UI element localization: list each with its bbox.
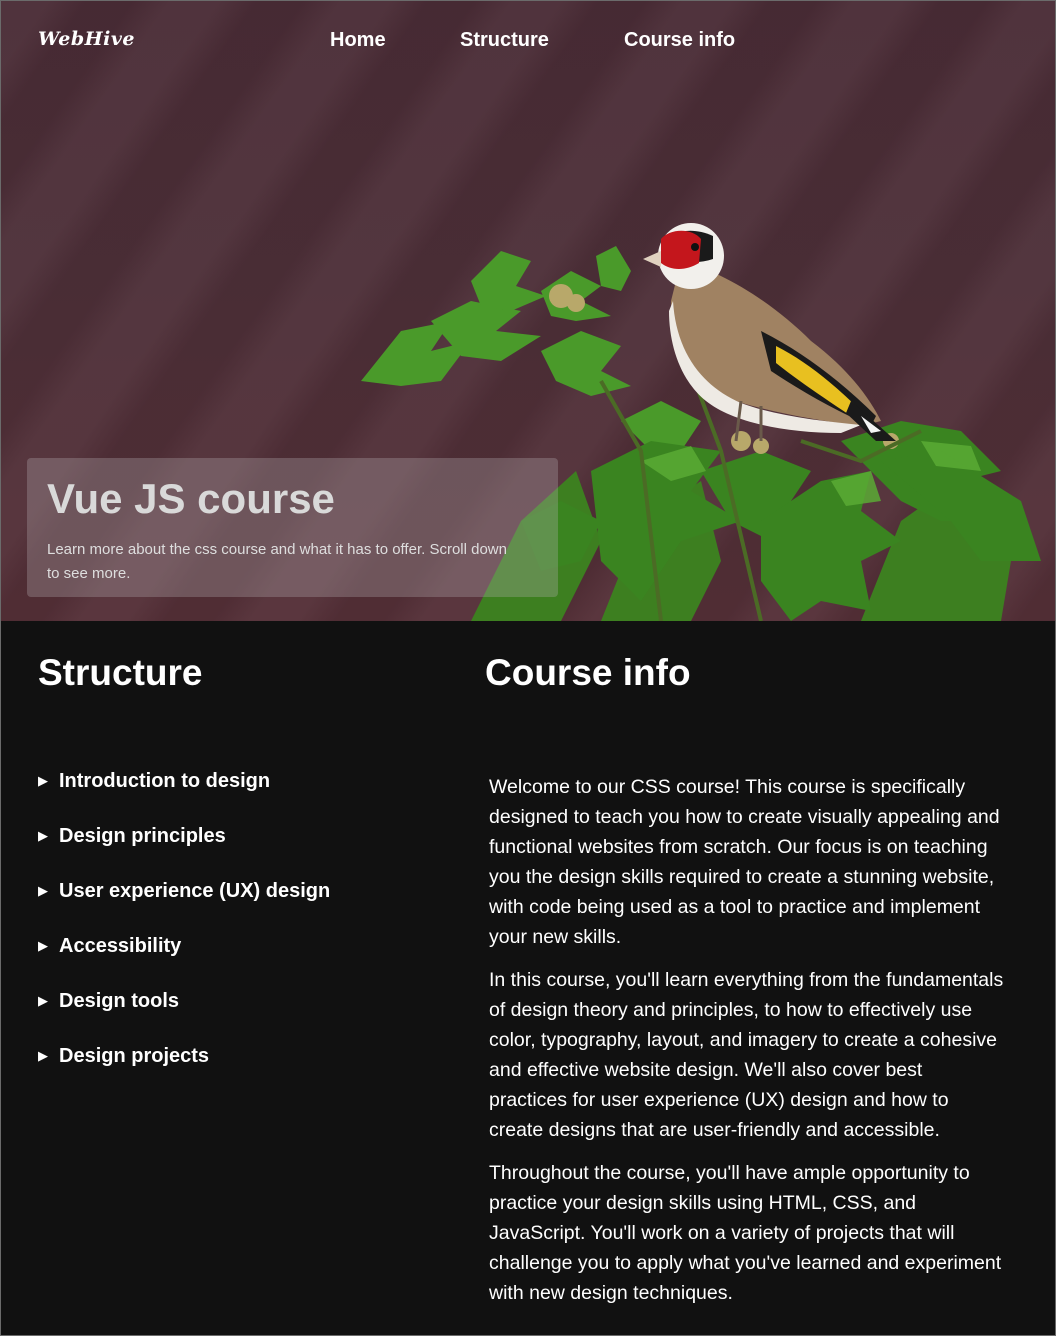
- course-paragraph: Throughout the course, you'll have ample…: [489, 1161, 1002, 1304]
- triangle-right-icon: ▶: [38, 1047, 48, 1063]
- course-paragraph: In this course, you'll learn everything …: [489, 968, 1004, 1141]
- course-paragraph: Welcome to our CSS course! This course i…: [489, 775, 1000, 948]
- structure-item-label: Design tools: [59, 989, 180, 1012]
- webhive-logo[interactable]: WebHive: [38, 28, 135, 50]
- structure-item-design-tools[interactable]: ▶ Design tools: [38, 987, 438, 1042]
- nav-structure-link[interactable]: Structure: [460, 29, 549, 52]
- hero-subtitle: Learn more about the css course and what…: [47, 541, 507, 582]
- hero-card: Vue JS course Learn more about the css c…: [27, 458, 558, 597]
- hero-title: Vue JS course: [47, 475, 335, 522]
- structure-item-introduction[interactable]: ▶ Introduction to design: [38, 767, 438, 822]
- structure-item-accessibility[interactable]: ▶ Accessibility: [38, 932, 438, 987]
- course-info-title: Course info: [485, 652, 691, 693]
- structure-section: Structure ▶ Introduction to design ▶ Des…: [38, 652, 438, 1097]
- structure-item-label: Accessibility: [59, 934, 182, 957]
- triangle-right-icon: ▶: [38, 772, 48, 788]
- page: WebHive Home Structure Course info Vue J…: [0, 0, 1056, 1336]
- structure-item-label: User experience (UX) design: [59, 879, 331, 902]
- triangle-right-icon: ▶: [38, 992, 48, 1008]
- structure-item-label: Design principles: [59, 824, 226, 847]
- structure-item-label: Introduction to design: [59, 769, 271, 792]
- structure-title: Structure: [38, 652, 203, 693]
- triangle-right-icon: ▶: [38, 882, 48, 898]
- hero-banner: WebHive Home Structure Course info Vue J…: [1, 1, 1055, 621]
- triangle-right-icon: ▶: [38, 937, 48, 953]
- structure-item-ux-design[interactable]: ▶ User experience (UX) design: [38, 877, 438, 932]
- course-info-section: Course info Welcome to our CSS course! T…: [485, 652, 1015, 1321]
- course-info-body: Welcome to our CSS course! This course i…: [485, 772, 1005, 1308]
- structure-list: ▶ Introduction to design ▶ Design princi…: [38, 767, 438, 1097]
- structure-item-label: Design projects: [59, 1044, 210, 1067]
- triangle-right-icon: ▶: [38, 827, 48, 843]
- nav-course-info-link[interactable]: Course info: [624, 29, 735, 52]
- top-navigation: WebHive Home Structure Course info: [1, 1, 1055, 81]
- structure-item-design-projects[interactable]: ▶ Design projects: [38, 1042, 438, 1097]
- nav-home-link[interactable]: Home: [330, 29, 386, 52]
- structure-item-principles[interactable]: ▶ Design principles: [38, 822, 438, 877]
